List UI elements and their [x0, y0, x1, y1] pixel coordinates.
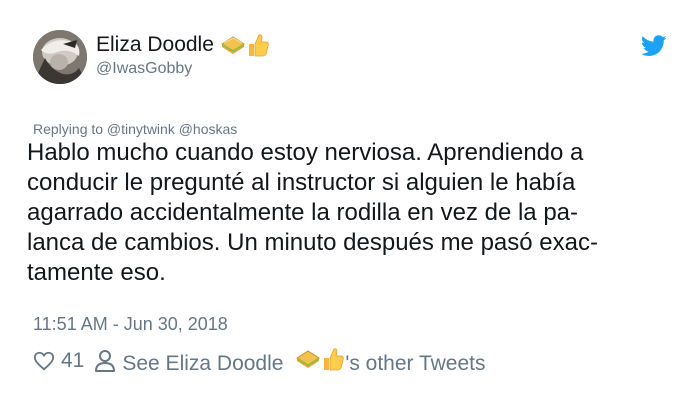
twitter-bird-icon[interactable]: [641, 35, 667, 57]
profile-avatar-image: [33, 30, 87, 84]
see-other-tweets-suffix: 's other Tweets: [345, 352, 486, 375]
like-count: 41: [61, 349, 85, 372]
display-name[interactable]: Eliza Doodle: [96, 33, 214, 57]
sandwich-emoji-icon: [220, 36, 245, 54]
see-other-tweets-link[interactable]: See Eliza Doodle 's other Tweets: [122, 346, 486, 376]
user-name-row: Eliza Doodle: [96, 32, 270, 58]
tweet-text: Hablo mucho cuando estoy nerviosa. Apren…: [27, 139, 598, 286]
see-other-tweets-prefix: See Eliza Doodle: [122, 352, 284, 375]
tweet-card: Eliza Doodle @IwasGobby Replying to @tin…: [0, 0, 700, 403]
heart-icon[interactable]: [33, 350, 55, 372]
thumbs-up-emoji-icon: [324, 348, 345, 371]
thumbs-up-emoji-icon: [248, 34, 269, 57]
name-emojis: [220, 32, 270, 58]
replying-to[interactable]: Replying to @tinytwink @hoskas: [33, 121, 237, 137]
user-handle[interactable]: @IwasGobby: [96, 60, 192, 78]
sandwich-emoji-icon: [296, 350, 321, 368]
see-link-emojis: [295, 346, 345, 372]
tweet-timestamp[interactable]: 11:51 AM - Jun 30, 2018: [33, 314, 228, 335]
avatar[interactable]: [33, 30, 87, 84]
person-icon: [95, 350, 116, 372]
tweet-actions: 41 See Eliza Doodle 's other Tweets: [33, 346, 486, 376]
